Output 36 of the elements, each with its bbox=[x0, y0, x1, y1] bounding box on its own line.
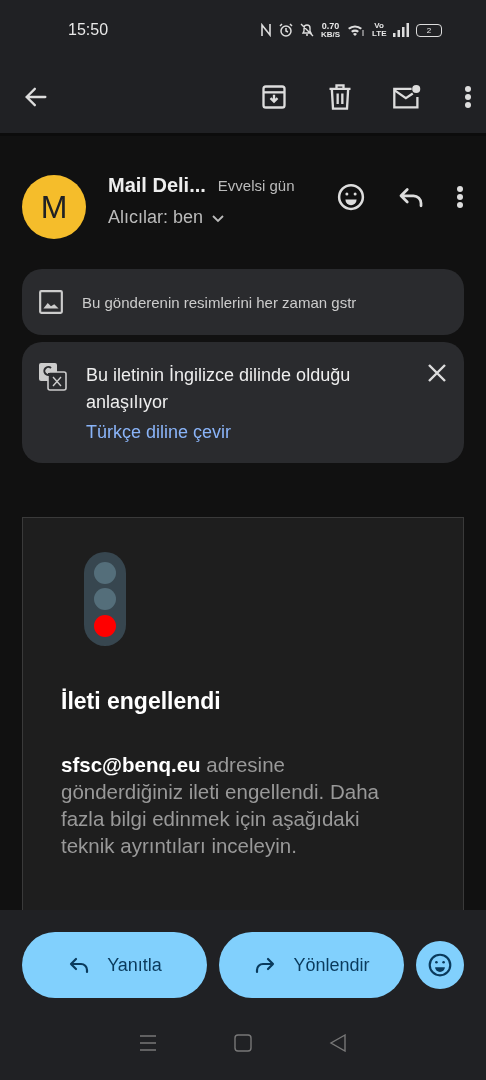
sender-name: Mail Deli... bbox=[108, 174, 206, 197]
blocked-paragraph: sfsc@benq.eu adresine gönderdiğiniz ileti engellendi. Daha fazla bilgi edinmek için aşağıdaki teknik ayrıntıları inceleyin. bbox=[61, 752, 380, 859]
menu-icon[interactable] bbox=[138, 1034, 157, 1052]
nfc-icon bbox=[259, 23, 272, 37]
signal-icon bbox=[393, 23, 409, 37]
wifi-icon bbox=[347, 23, 365, 37]
show-images-banner[interactable]: Bu gönderenin resimlerini her zaman gstr bbox=[22, 269, 464, 335]
network-speed: 0.70 bbox=[321, 21, 340, 31]
archive-button[interactable] bbox=[260, 82, 288, 111]
volte-label: Vo LTE bbox=[372, 22, 386, 38]
translate-link[interactable]: Türkçe diline çevir bbox=[86, 422, 408, 443]
emoji-reaction-icon[interactable] bbox=[336, 182, 366, 212]
home-icon[interactable] bbox=[234, 1034, 252, 1052]
translate-icon bbox=[38, 362, 68, 392]
speed-unit: KB/S bbox=[320, 30, 340, 39]
sender-avatar: M bbox=[22, 175, 86, 239]
battery-level: 2 bbox=[416, 23, 442, 37]
smiley-icon bbox=[427, 952, 453, 978]
blocked-heading: İleti engellendi bbox=[61, 688, 222, 715]
alarm-icon bbox=[278, 23, 293, 37]
recipients-toggle[interactable]: Alıcılar: ben bbox=[108, 207, 336, 228]
more-button[interactable] bbox=[464, 84, 472, 109]
show-images-text: Bu gönderenin resimlerini her zaman gstr bbox=[82, 293, 357, 311]
image-icon bbox=[38, 289, 64, 315]
back-icon[interactable] bbox=[329, 1034, 348, 1052]
more-icon[interactable] bbox=[456, 185, 464, 209]
translate-message: Bu iletinin İngilizce dilinde olduğu anlaşılıyor bbox=[86, 364, 352, 414]
clock-time: 15:50 bbox=[68, 21, 110, 39]
emoji-button[interactable] bbox=[416, 941, 464, 989]
message-date: Evvelsi gün bbox=[217, 177, 295, 194]
traffic-light-icon bbox=[84, 552, 126, 646]
forward-button[interactable]: Yönlendir bbox=[219, 932, 404, 998]
bell-muted-icon bbox=[299, 23, 314, 37]
mark-unread-button[interactable] bbox=[392, 82, 422, 111]
close-button[interactable] bbox=[426, 362, 448, 384]
reply-button[interactable]: Yanıtla bbox=[22, 932, 207, 998]
